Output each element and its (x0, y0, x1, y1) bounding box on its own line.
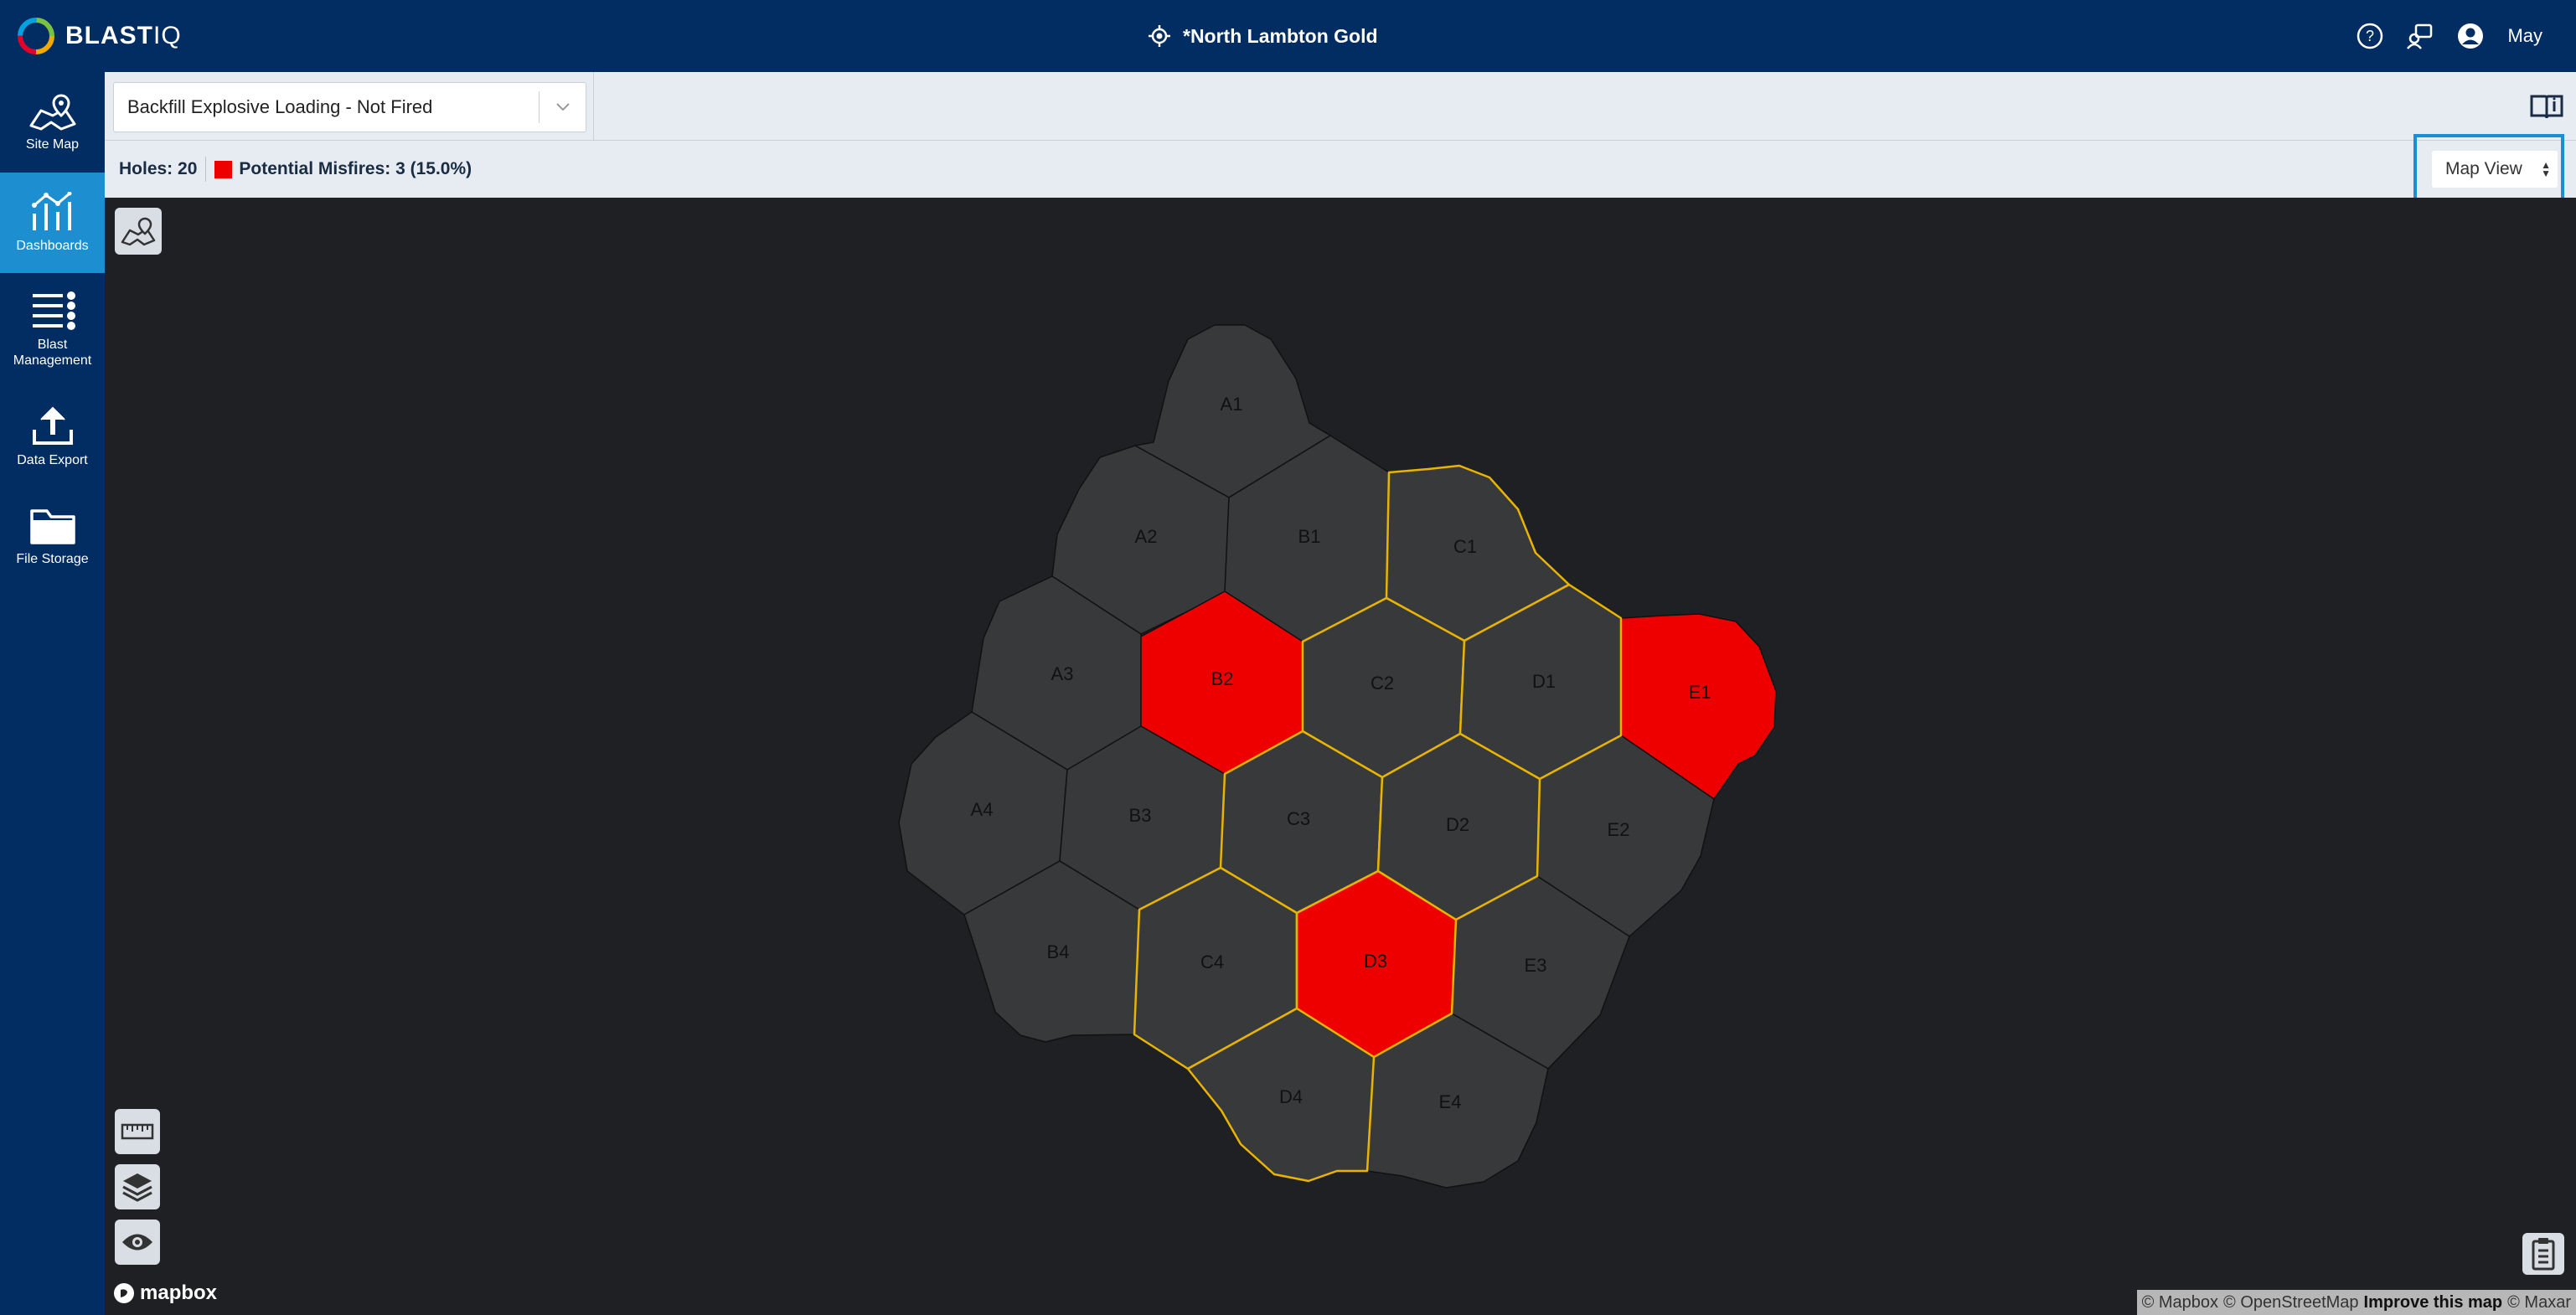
blast-cell-label: E2 (1608, 819, 1630, 840)
sidebar: Site Map Dashboards Blast Management Dat… (0, 72, 105, 1315)
blast-cell-label: A2 (1135, 526, 1158, 547)
dashboard-chart-icon (31, 191, 71, 230)
user-name[interactable]: May (2507, 25, 2542, 47)
blast-cell-label: B2 (1211, 668, 1234, 689)
sidebar-item-blast-management[interactable]: Blast Management (0, 273, 105, 386)
site-selector[interactable]: *North Lambton Gold (1148, 18, 1378, 54)
help-icon[interactable]: ? (2353, 19, 2387, 53)
ruler-icon (121, 1123, 154, 1140)
mapbox-logo-icon (114, 1283, 134, 1303)
blast-cell-label: C4 (1200, 951, 1224, 972)
upload-icon (32, 406, 73, 445)
blast-cell-label: E3 (1525, 955, 1547, 976)
measure-ruler-button[interactable] (115, 1109, 160, 1154)
layers-icon (122, 1173, 152, 1202)
support-icon[interactable] (2403, 19, 2437, 53)
map-attribution: © Mapbox © OpenStreetMap Improve this ma… (2136, 1290, 2576, 1315)
dashboard-select[interactable]: Backfill Explosive Loading - Not Fired (113, 82, 586, 132)
map-view[interactable]: A1 A2 A3 A4 B1 B2 B3 B4 C1 C2 C3 C4 D1 D2 D3 D4 E1 E2 E3 E4… (105, 198, 2576, 1315)
blast-cell-label: D4 (1279, 1086, 1303, 1107)
eye-icon (122, 1234, 152, 1251)
dashboard-toolbar: Backfill Explosive Loading - Not Fired (105, 72, 2576, 141)
blast-cell-label: A1 (1221, 394, 1243, 415)
sidebar-item-file-storage[interactable]: File Storage (0, 487, 105, 587)
sidebar-item-label: Blast Management (13, 338, 92, 368)
mapbox-logo[interactable]: mapbox (113, 1281, 217, 1305)
holes-count: Holes: 20 (119, 159, 198, 178)
blast-cell-label: D1 (1532, 671, 1556, 692)
blast-hole-map[interactable]: A1 A2 A3 A4 B1 B2 B3 B4 C1 C2 C3 C4 D1 D2 D3 D4 E1 E2 E3 E4 (105, 198, 2576, 1315)
attribution-maxar-link[interactable]: © Maxar (2507, 1293, 2571, 1312)
sidebar-item-label: File Storage (16, 551, 89, 566)
user-avatar-icon[interactable] (2454, 19, 2487, 53)
blast-cell-label: D2 (1446, 814, 1469, 835)
layers-button[interactable] (115, 1164, 160, 1209)
mapbox-logo-text: mapbox (140, 1281, 218, 1304)
visibility-button[interactable] (115, 1220, 160, 1265)
chevron-down-icon[interactable] (539, 102, 586, 112)
blast-cell-label: A3 (1051, 663, 1074, 684)
map-icon (121, 217, 156, 246)
basemap-toggle-button[interactable] (115, 208, 162, 255)
misfire-legend-swatch (214, 160, 233, 178)
attribution-mapbox-link[interactable]: © Mapbox (2142, 1293, 2218, 1312)
view-mode-select[interactable]: Map View ▲ ▼ (2432, 151, 2558, 188)
improve-map-link[interactable]: Improve this map (2364, 1293, 2503, 1312)
blast-cell-label: D3 (1364, 951, 1387, 972)
blast-cell-label: C2 (1371, 673, 1394, 694)
blast-cell-label: B3 (1129, 805, 1152, 826)
clipboard-list-icon (2532, 1238, 2555, 1271)
blast-cell-label: E4 (1439, 1091, 1462, 1112)
blast-cell-label: C3 (1287, 808, 1310, 829)
guide-book-icon[interactable] (2527, 89, 2566, 124)
blast-cell-label: B4 (1047, 941, 1070, 962)
dashboard-select-value: Backfill Explosive Loading - Not Fired (127, 96, 433, 117)
view-select-focus-ring: Map View ▲ ▼ (2413, 134, 2564, 204)
svg-text:?: ? (2366, 28, 2374, 44)
blast-cell-label: E1 (1689, 682, 1711, 703)
sidebar-item-data-export[interactable]: Data Export (0, 386, 105, 487)
top-bar: BLASTIQ *North Lambton Gold ? May (0, 0, 2576, 72)
blast-cell-label: A4 (971, 799, 994, 820)
list-management-icon (32, 291, 75, 331)
sidebar-item-label: Data Export (17, 452, 88, 467)
blast-cell-label: C1 (1453, 536, 1477, 557)
legend-button[interactable] (2522, 1233, 2564, 1275)
sidebar-item-label: Dashboards (16, 238, 89, 253)
app-name: BLASTIQ (65, 22, 182, 49)
attribution-osm-link[interactable]: © OpenStreetMap (2223, 1293, 2358, 1312)
summary-bar: Holes: 20 Potential Misfires: 3 (15.0%) … (105, 134, 2576, 204)
misfire-count: Potential Misfires: 3 (15.0%) (239, 159, 472, 178)
map-icon (29, 94, 75, 131)
select-arrows-icon: ▲ ▼ (2541, 159, 2551, 179)
app-logo[interactable]: BLASTIQ (15, 15, 182, 57)
sidebar-item-site-map[interactable]: Site Map (0, 72, 105, 173)
summary-divider (205, 157, 207, 182)
site-name: *North Lambton Gold (1183, 24, 1378, 47)
toolbar-divider (593, 72, 594, 141)
blastiq-logo-icon (18, 18, 54, 54)
folder-icon (29, 509, 75, 544)
blast-cell-label: B1 (1298, 526, 1321, 547)
view-mode-value: Map View (2445, 159, 2522, 178)
location-icon (1149, 25, 1170, 47)
sidebar-item-dashboards[interactable]: Dashboards (0, 173, 105, 273)
sidebar-item-label: Site Map (25, 137, 80, 152)
